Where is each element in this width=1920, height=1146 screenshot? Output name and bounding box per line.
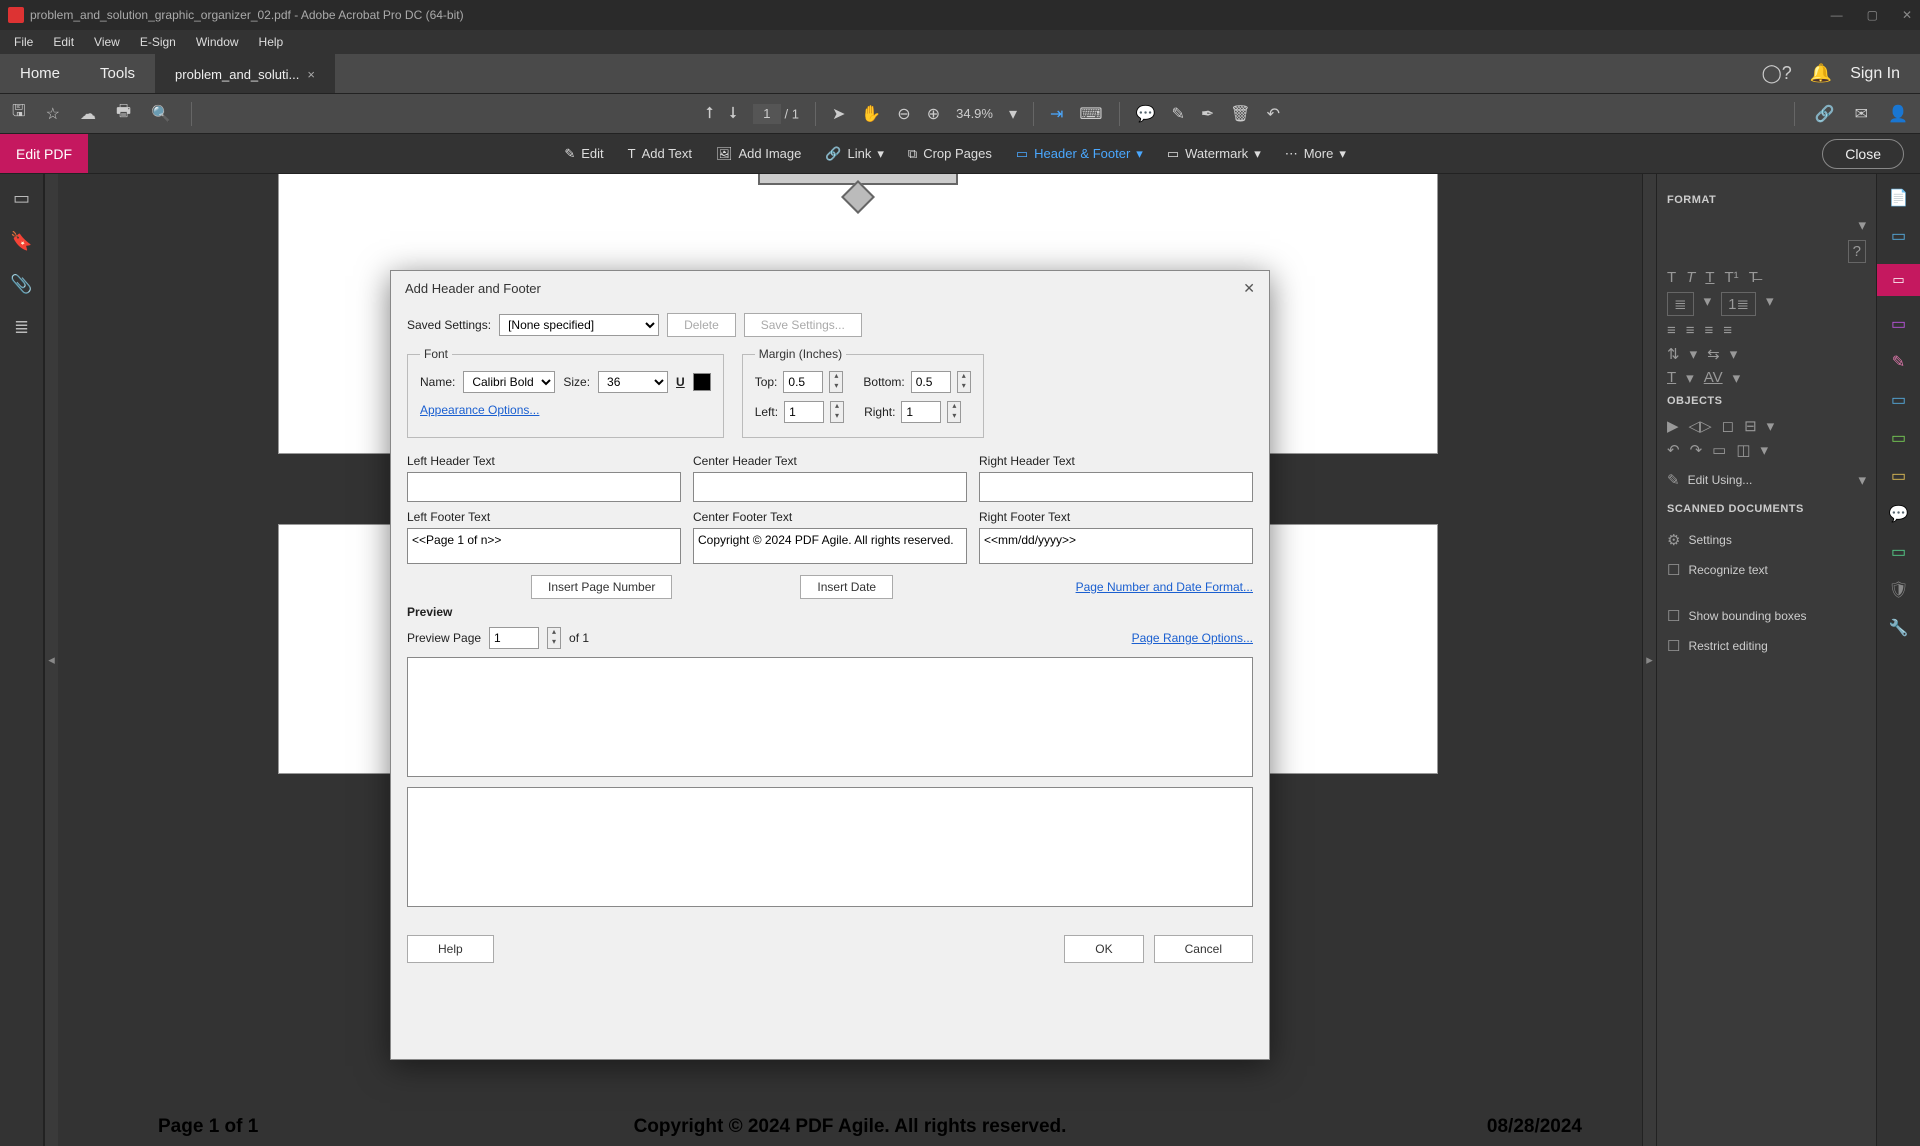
margin-right-spinner[interactable]: ▴▾ (947, 401, 961, 423)
page-number-date-format-link[interactable]: Page Number and Date Format... (1076, 580, 1253, 594)
dialog-overlay: Add Header and Footer ✕ Saved Settings: … (0, 0, 1920, 1146)
ok-button[interactable]: OK (1064, 935, 1143, 963)
preview-header-box (407, 657, 1253, 777)
margin-fieldset: Margin (Inches) Top: ▴▾ Bottom: ▴▾ Left: ▴▾… (742, 347, 984, 438)
center-header-input[interactable] (693, 472, 967, 502)
right-header-input[interactable] (979, 472, 1253, 502)
preview-footer-box (407, 787, 1253, 907)
font-fieldset: Font Name: Calibri Bold Size: 36 U Appea… (407, 347, 724, 438)
margin-right-label: Right: (864, 405, 895, 419)
margin-right-input[interactable] (901, 401, 941, 423)
preview-heading: Preview (407, 605, 1253, 619)
font-name-label: Name: (420, 375, 455, 389)
margin-bottom-spinner[interactable]: ▴▾ (957, 371, 971, 393)
left-footer-input[interactable]: <<Page 1 of n>> (407, 528, 681, 564)
right-footer-label: Right Footer Text (979, 510, 1253, 524)
font-color-swatch[interactable] (693, 373, 711, 391)
right-header-label: Right Header Text (979, 454, 1253, 468)
left-header-input[interactable] (407, 472, 681, 502)
margin-left-label: Left: (755, 405, 778, 419)
insert-date-button[interactable]: Insert Date (800, 575, 893, 599)
cancel-button[interactable]: Cancel (1154, 935, 1253, 963)
preview-page-label: Preview Page (407, 631, 481, 645)
font-name-select[interactable]: Calibri Bold (463, 371, 555, 393)
margin-top-input[interactable] (783, 371, 823, 393)
page-range-options-link[interactable]: Page Range Options... (1132, 631, 1253, 645)
font-legend: Font (420, 347, 452, 361)
dialog-title: Add Header and Footer (405, 281, 541, 296)
saved-settings-select[interactable]: [None specified] (499, 314, 659, 336)
margin-left-spinner[interactable]: ▴▾ (830, 401, 844, 423)
margin-left-input[interactable] (784, 401, 824, 423)
add-header-footer-dialog: Add Header and Footer ✕ Saved Settings: … (390, 270, 1270, 1060)
preview-page-input[interactable] (489, 627, 539, 649)
left-footer-label: Left Footer Text (407, 510, 681, 524)
center-footer-label: Center Footer Text (693, 510, 967, 524)
right-footer-input[interactable]: <<mm/dd/yyyy>> (979, 528, 1253, 564)
font-size-label: Size: (563, 375, 590, 389)
font-size-select[interactable]: 36 (598, 371, 668, 393)
dialog-close-icon[interactable]: ✕ (1243, 280, 1255, 297)
help-button[interactable]: Help (407, 935, 494, 963)
center-footer-input[interactable]: Copyright © 2024 PDF Agile. All rights r… (693, 528, 967, 564)
margin-bottom-label: Bottom: (863, 375, 904, 389)
center-header-label: Center Header Text (693, 454, 967, 468)
underline-icon[interactable]: U (676, 375, 685, 389)
preview-page-spinner[interactable]: ▴▾ (547, 627, 561, 649)
margin-top-spinner[interactable]: ▴▾ (829, 371, 843, 393)
preview-page-of: of 1 (569, 631, 589, 645)
margin-legend: Margin (Inches) (755, 347, 846, 361)
saved-settings-label: Saved Settings: (407, 318, 491, 332)
margin-bottom-input[interactable] (911, 371, 951, 393)
save-settings-button[interactable]: Save Settings... (744, 313, 862, 337)
margin-top-label: Top: (755, 375, 778, 389)
appearance-options-link[interactable]: Appearance Options... (420, 403, 539, 417)
insert-page-number-button[interactable]: Insert Page Number (531, 575, 672, 599)
delete-button[interactable]: Delete (667, 313, 736, 337)
left-header-label: Left Header Text (407, 454, 681, 468)
